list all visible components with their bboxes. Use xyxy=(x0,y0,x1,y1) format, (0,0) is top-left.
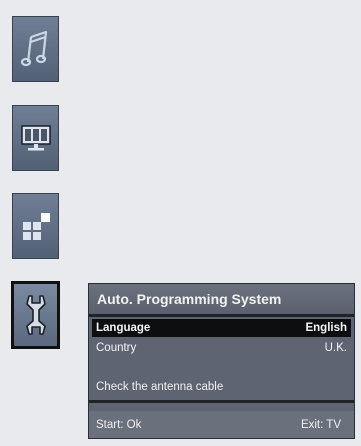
feature-squares-icon xyxy=(22,213,50,240)
start-hint: Start: Ok xyxy=(96,418,142,431)
country-row[interactable]: Country U.K. xyxy=(92,339,351,357)
music-note-icon xyxy=(20,30,47,67)
wrench-install-icon xyxy=(25,295,46,335)
footer-divider xyxy=(89,400,354,403)
auto-programming-dialog: Auto. Programming System Language Englis… xyxy=(88,283,355,439)
language-label: Language xyxy=(96,322,151,334)
monitor-picture-icon xyxy=(20,125,51,151)
sidebar-item-sound[interactable] xyxy=(12,16,59,82)
sidebar-item-install[interactable] xyxy=(11,281,60,349)
language-row[interactable]: Language English xyxy=(92,319,351,337)
dialog-footer: Start: Ok Exit: TV xyxy=(89,411,354,438)
country-label: Country xyxy=(96,342,137,354)
sidebar-item-features[interactable] xyxy=(12,193,59,259)
antenna-message: Check the antenna cable xyxy=(96,381,224,393)
language-value: English xyxy=(305,322,347,334)
title-divider xyxy=(89,314,354,317)
exit-hint: Exit: TV xyxy=(300,418,341,431)
sidebar-item-picture[interactable] xyxy=(12,105,59,171)
dialog-title: Auto. Programming System xyxy=(89,284,354,314)
country-value: U.K. xyxy=(324,342,347,354)
